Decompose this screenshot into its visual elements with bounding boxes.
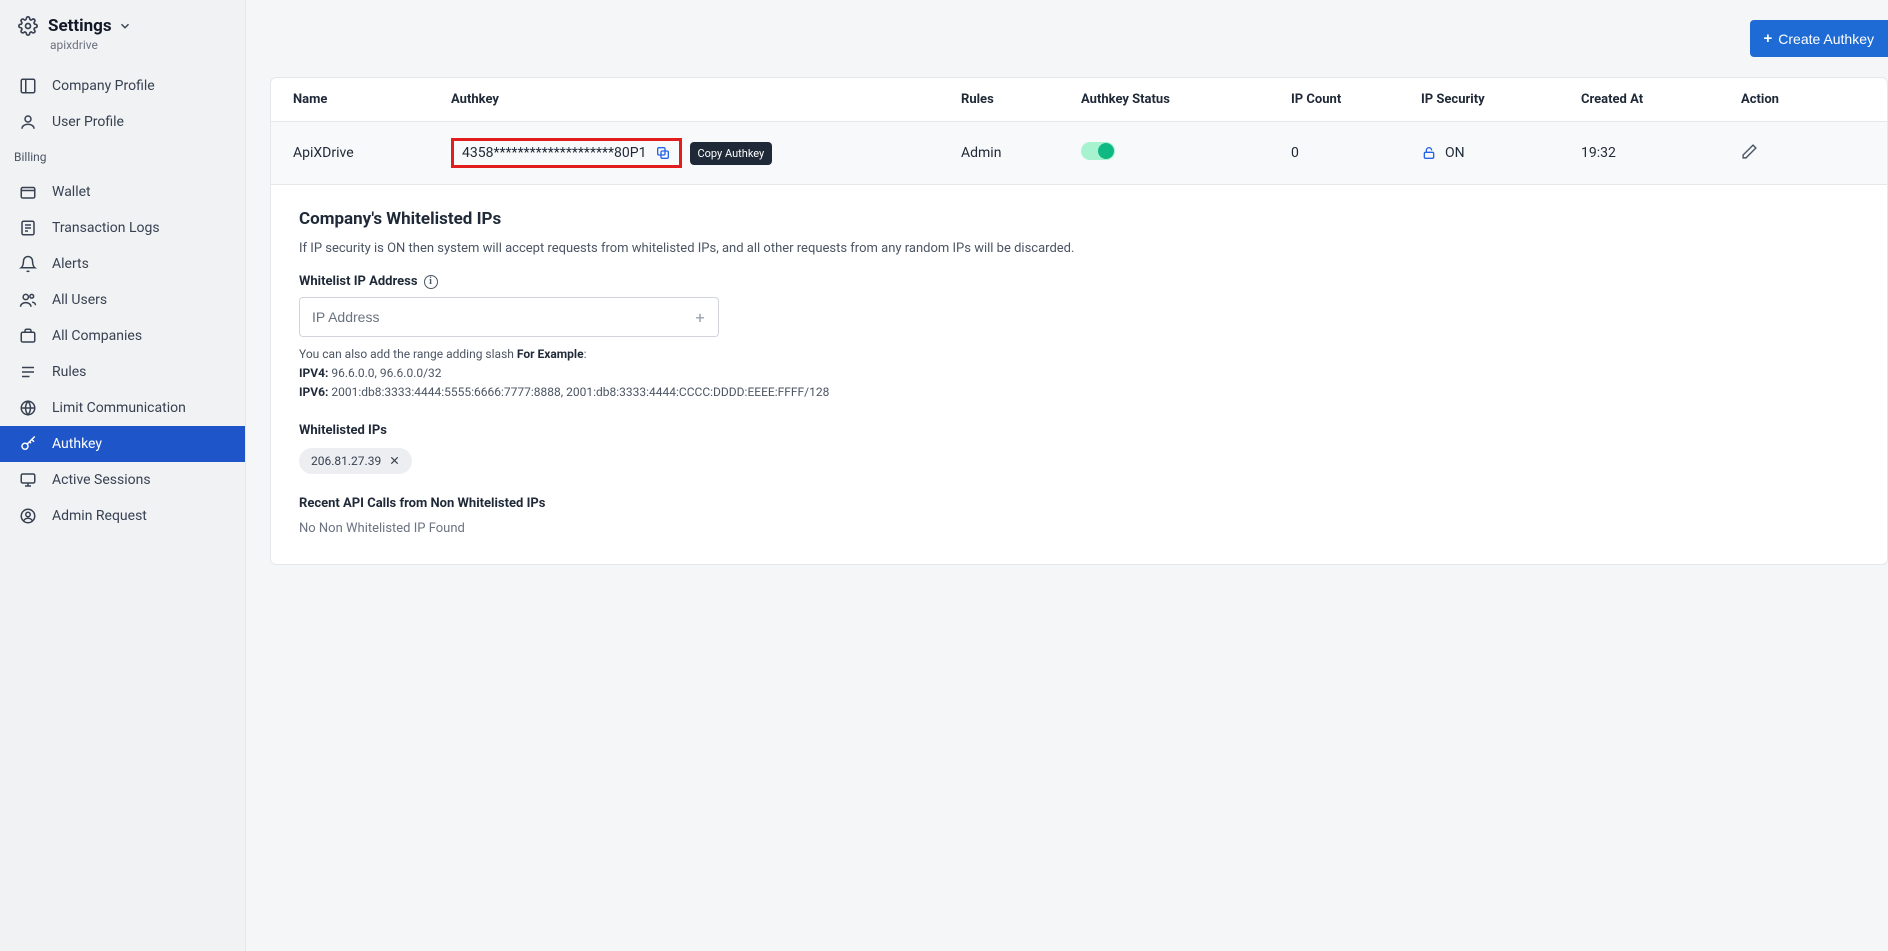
- sidebar-billing: Wallet Transaction Logs Alerts All Users…: [0, 174, 245, 534]
- gear-icon: [18, 16, 38, 36]
- sidebar-item-label: Wallet: [52, 184, 91, 200]
- settings-header[interactable]: Settings apixdrive: [0, 12, 245, 62]
- sidebar-item-label: All Companies: [52, 328, 142, 344]
- authkey-card: Name Authkey Rules Authkey Status IP Cou…: [270, 77, 1888, 565]
- sidebar-main: Company Profile User Profile: [0, 68, 245, 140]
- create-authkey-button[interactable]: + Create Authkey: [1750, 20, 1888, 57]
- sidebar-item-label: All Users: [52, 292, 107, 308]
- recent-calls-title: Recent API Calls from Non Whitelisted IP…: [299, 496, 1887, 511]
- cell-authkey: 4358********************80P1 Copy Authke…: [441, 122, 951, 185]
- sidebar-item-label: Transaction Logs: [52, 220, 160, 236]
- cell-status: [1071, 122, 1281, 185]
- key-icon: [18, 434, 38, 454]
- whitelist-field-label: Whitelist IP Address i: [299, 274, 1887, 289]
- bell-icon: [18, 254, 38, 274]
- sidebar-item-company-profile[interactable]: Company Profile: [0, 68, 245, 104]
- sidebar-item-limit-communication[interactable]: Limit Communication: [0, 390, 245, 426]
- info-icon[interactable]: i: [424, 275, 438, 289]
- rules-icon: [18, 362, 38, 382]
- topbar: + Create Authkey: [246, 0, 1888, 77]
- th-action: Action: [1731, 78, 1887, 122]
- cell-created: 19:32: [1571, 122, 1731, 185]
- ipsec-value: ON: [1445, 145, 1465, 161]
- th-status: Authkey Status: [1071, 78, 1281, 122]
- add-ip-icon[interactable]: +: [682, 308, 718, 327]
- authkey-highlight: 4358********************80P1: [451, 138, 682, 168]
- th-created: Created At: [1571, 78, 1731, 122]
- sidebar-item-wallet[interactable]: Wallet: [0, 174, 245, 210]
- cell-ipcount: 0: [1281, 122, 1411, 185]
- cell-action: [1731, 122, 1887, 185]
- sidebar-item-authkey[interactable]: Authkey: [0, 426, 245, 462]
- whitelist-title: Company's Whitelisted IPs: [299, 209, 1887, 229]
- whitelist-hint: If IP security is ON then system will ac…: [299, 241, 1887, 256]
- users-icon: [18, 290, 38, 310]
- chevron-down-icon[interactable]: [118, 19, 132, 33]
- header-title: Settings: [48, 16, 112, 36]
- globe-icon: [18, 398, 38, 418]
- sessions-icon: [18, 470, 38, 490]
- sidebar-item-label: User Profile: [52, 114, 124, 130]
- ip-help-text: You can also add the range adding slash …: [299, 345, 1887, 403]
- sidebar-item-label: Active Sessions: [52, 472, 151, 488]
- sidebar-item-transaction-logs[interactable]: Transaction Logs: [0, 210, 245, 246]
- cell-ipsec: ON: [1411, 122, 1571, 185]
- authkey-value: 4358********************80P1: [462, 145, 647, 161]
- ip-chip-value: 206.81.27.39: [311, 454, 381, 468]
- sidebar-item-label: Limit Communication: [52, 400, 186, 416]
- sidebar-item-all-users[interactable]: All Users: [0, 282, 245, 318]
- cell-name: ApiXDrive: [271, 122, 441, 185]
- lock-icon: [1421, 145, 1437, 161]
- sidebar-item-alerts[interactable]: Alerts: [0, 246, 245, 282]
- sidebar-item-label: Authkey: [52, 436, 102, 452]
- status-toggle[interactable]: [1081, 142, 1115, 160]
- create-authkey-label: Create Authkey: [1778, 31, 1874, 47]
- th-rules: Rules: [951, 78, 1071, 122]
- sidebar: Settings apixdrive Company Profile User …: [0, 0, 246, 951]
- sidebar-item-label: Rules: [52, 364, 86, 380]
- wallet-icon: [18, 182, 38, 202]
- user-icon: [18, 112, 38, 132]
- whitelisted-ips-title: Whitelisted IPs: [299, 423, 1887, 438]
- th-name: Name: [271, 78, 441, 122]
- sidebar-item-active-sessions[interactable]: Active Sessions: [0, 462, 245, 498]
- th-authkey: Authkey: [441, 78, 951, 122]
- main-content: + Create Authkey Name Authkey Rules Auth…: [246, 0, 1888, 951]
- admin-icon: [18, 506, 38, 526]
- sidebar-item-all-companies[interactable]: All Companies: [0, 318, 245, 354]
- sidebar-item-label: Alerts: [52, 256, 89, 272]
- edit-icon[interactable]: [1741, 143, 1758, 160]
- ip-chip: 206.81.27.39: [299, 448, 412, 474]
- ip-address-input[interactable]: [300, 298, 682, 336]
- briefcase-icon: [18, 326, 38, 346]
- authkey-table: Name Authkey Rules Authkey Status IP Cou…: [271, 78, 1887, 185]
- layout-icon: [18, 76, 38, 96]
- copy-icon[interactable]: [655, 145, 671, 161]
- cell-rules: Admin: [951, 122, 1071, 185]
- ip-input-wrap: +: [299, 297, 719, 337]
- whitelist-section: Company's Whitelisted IPs If IP security…: [271, 185, 1887, 564]
- sidebar-item-label: Company Profile: [52, 78, 155, 94]
- sidebar-section-billing: Billing: [0, 140, 245, 168]
- sidebar-item-rules[interactable]: Rules: [0, 354, 245, 390]
- remove-ip-icon[interactable]: [389, 455, 400, 466]
- logs-icon: [18, 218, 38, 238]
- sidebar-item-user-profile[interactable]: User Profile: [0, 104, 245, 140]
- table-row[interactable]: ApiXDrive 4358********************80P1 C…: [271, 122, 1887, 185]
- sidebar-item-label: Admin Request: [52, 508, 147, 524]
- plus-icon: +: [1764, 30, 1773, 47]
- header-subtitle: apixdrive: [50, 38, 132, 52]
- th-ipsec: IP Security: [1411, 78, 1571, 122]
- recent-calls-empty: No Non Whitelisted IP Found: [299, 521, 1887, 536]
- sidebar-item-admin-request[interactable]: Admin Request: [0, 498, 245, 534]
- th-ipcount: IP Count: [1281, 78, 1411, 122]
- copy-tooltip: Copy Authkey: [690, 142, 773, 165]
